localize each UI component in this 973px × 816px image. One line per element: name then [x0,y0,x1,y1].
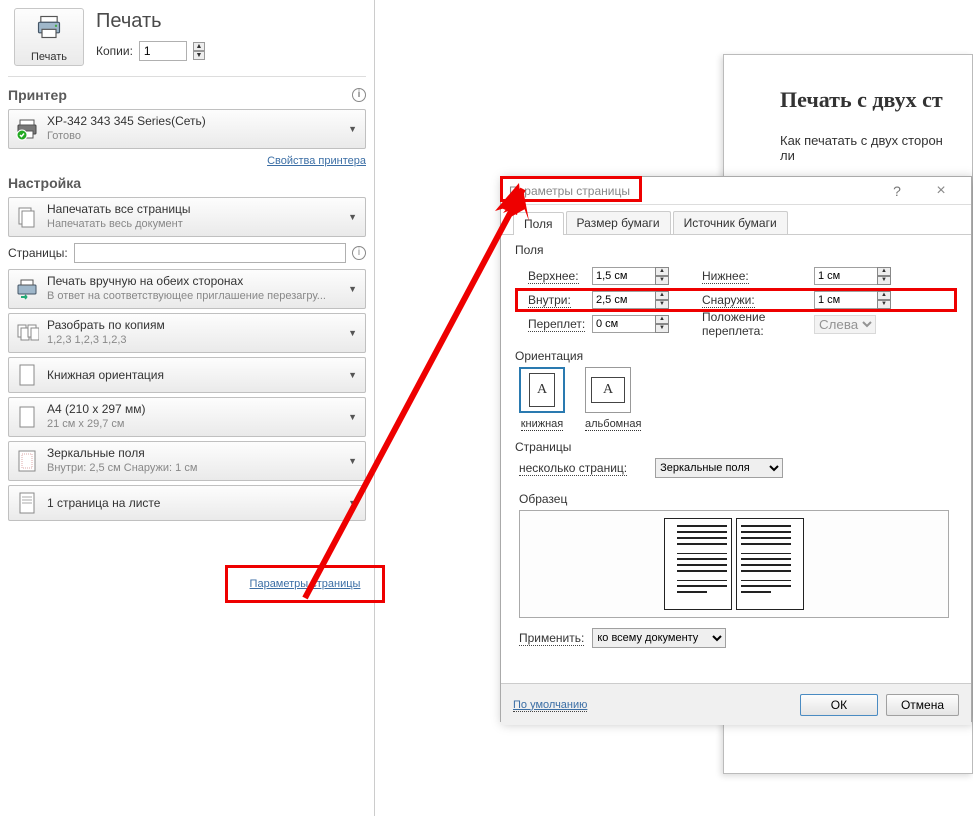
orientation-landscape-label: альбомная [585,418,641,431]
info-icon[interactable]: i [352,88,366,102]
chevron-down-icon: ▼ [348,124,357,134]
orientation-portrait-label: книжная [521,418,564,431]
pages-input[interactable] [74,243,346,263]
margin-outside-input[interactable] [814,291,878,309]
orientation-landscape[interactable]: A альбомная [585,367,641,430]
cancel-button[interactable]: Отмена [886,694,959,716]
print-button[interactable]: Печать [14,8,84,66]
printer-section-title: Принтер [8,87,67,103]
gutter-position-select: Слева [814,315,876,334]
chevron-down-icon: ▼ [348,370,357,380]
margin-bottom-label: Нижнее: [702,269,749,284]
pages-per-sheet-icon [13,489,41,517]
paper-icon [13,403,41,431]
pages-group-title: Страницы [515,440,957,454]
orientation-icon [13,361,41,389]
settings-section-title: Настройка [8,175,81,191]
margin-top-input[interactable] [592,267,656,285]
margin-gutter-input[interactable] [592,315,656,333]
page-setup-link[interactable]: Параметры страницы [250,578,361,590]
print-range-sub: Напечатать весь документ [47,217,361,232]
paper-title: A4 (210 x 297 мм) [47,402,361,417]
apply-to-select[interactable]: ко всему документу [592,628,726,648]
paper-sub: 21 см x 29,7 см [47,417,361,432]
chevron-down-icon: ▼ [348,212,357,222]
tab-fields[interactable]: Поля [513,212,564,235]
chevron-down-icon: ▼ [348,456,357,466]
pages-label: Страницы: [8,246,68,260]
spinner[interactable]: ▲▼ [655,291,669,309]
spinner[interactable]: ▲▼ [655,267,669,285]
ppp-title: 1 страница на листе [47,496,361,511]
sample-preview [519,510,949,618]
ok-button[interactable]: ОК [800,694,878,716]
orientation-portrait[interactable]: A книжная [519,367,565,430]
printer-dropdown[interactable]: XP-342 343 345 Series(Сеть) Готово ▼ [8,109,366,149]
doc-line1: Как печатать с двух сторон ли [780,133,952,163]
duplex-title: Печать вручную на обеих сторонах [47,274,361,289]
spinner[interactable]: ▲▼ [877,291,891,309]
collate-sub: 1,2,3 1,2,3 1,2,3 [47,333,361,348]
duplex-sub: В ответ на соответствующее приглашение п… [47,289,361,304]
chevron-down-icon: ▼ [348,284,357,294]
orientation-dropdown[interactable]: Книжная ориентация ▼ [8,357,366,393]
chevron-down-icon: ▼ [348,412,357,422]
print-range-dropdown[interactable]: Напечатать все страницы Напечатать весь … [8,197,366,237]
printer-name: XP-342 343 345 Series(Сеть) [47,114,361,129]
spinner[interactable]: ▲▼ [655,315,669,333]
chevron-down-icon: ▼ [348,498,357,508]
apply-to-label: Применить: [519,631,584,646]
duplex-dropdown[interactable]: Печать вручную на обеих сторонах В ответ… [8,269,366,309]
printer-properties-link[interactable]: Свойства принтера [267,155,366,167]
margins-icon [13,447,41,475]
margin-gutter-label: Переплет: [528,317,585,332]
tab-paper-source[interactable]: Источник бумаги [673,211,788,234]
page-setup-dialog: Параметры страницы ? × Поля Размер бумаг… [500,176,972,722]
info-icon[interactable]: i [352,246,366,260]
fields-group-title: Поля [515,243,957,257]
margin-inside-input[interactable] [592,291,656,309]
pages-icon [13,203,41,231]
help-button[interactable]: ? [875,180,919,202]
multi-pages-select[interactable]: Зеркальные поля [655,458,783,478]
gutter-position-label: Положение переплета: [684,310,814,338]
copies-input[interactable] [139,41,187,61]
margin-outside-label: Снаружи: [702,293,755,308]
tab-paper-size[interactable]: Размер бумаги [566,211,671,234]
margins-dropdown[interactable]: Зеркальные поля Внутри: 2,5 см Снаружи: … [8,441,366,481]
collate-dropdown[interactable]: Разобрать по копиям 1,2,3 1,2,3 1,2,3 ▼ [8,313,366,353]
spinner[interactable]: ▲▼ [877,267,891,285]
close-button[interactable]: × [919,180,963,202]
dialog-title-highlight [500,176,642,202]
margin-top-label: Верхнее: [528,269,579,284]
print-title: Печать [96,10,205,33]
default-button[interactable]: По умолчанию [513,699,587,712]
duplex-icon [13,275,41,303]
doc-heading: Печать с двух ст [780,87,952,113]
orientation-group-title: Ориентация [515,349,957,363]
print-button-label: Печать [15,51,83,63]
sample-group-title: Образец [519,492,957,506]
margins-title: Зеркальные поля [47,446,361,461]
margin-inside-label: Внутри: [528,293,571,308]
multi-pages-label: несколько страниц: [519,461,627,476]
margin-bottom-input[interactable] [814,267,878,285]
print-range-title: Напечатать все страницы [47,202,361,217]
orientation-title: Книжная ориентация [47,368,361,383]
collate-icon [13,319,41,347]
page-setup-link-highlight: Параметры страницы [225,565,385,603]
copies-spinner[interactable]: ▲▼ [193,42,205,60]
chevron-down-icon: ▼ [348,328,357,338]
collate-title: Разобрать по копиям [47,318,361,333]
printer-status-icon [13,115,41,143]
dialog-tabs: Поля Размер бумаги Источник бумаги [501,205,971,235]
print-panel: Печать Печать Копии: ▲▼ Принтер i XP-342… [0,0,375,816]
copies-label: Копии: [96,44,133,58]
printer-status: Готово [47,129,361,144]
paper-size-dropdown[interactable]: A4 (210 x 297 мм) 21 см x 29,7 см ▼ [8,397,366,437]
pages-per-sheet-dropdown[interactable]: 1 страница на листе ▼ [8,485,366,521]
margins-sub: Внутри: 2,5 см Снаружи: 1 см [47,461,361,476]
printer-icon [15,13,83,48]
